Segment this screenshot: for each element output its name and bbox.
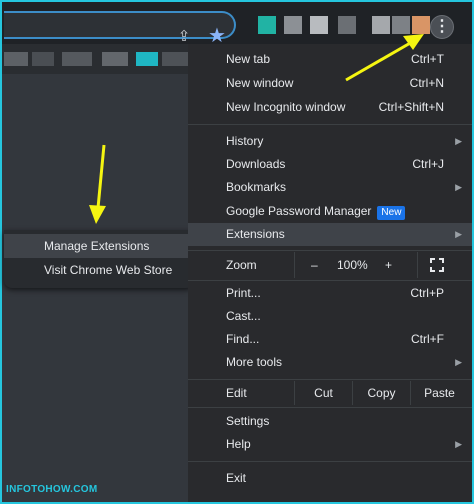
bookmark-item[interactable] [136, 52, 158, 66]
menu-item-label: Bookmarks [226, 180, 287, 194]
address-bar[interactable]: ⇪ ★ [4, 11, 236, 47]
menu-item-label: Extensions [226, 227, 285, 241]
menu-item-label: New tab [226, 52, 271, 66]
menu-item-new-tab[interactable]: New tab Ctrl+T [188, 48, 472, 71]
page-content [2, 74, 190, 502]
menu-item-shortcut: Ctrl+T [411, 52, 444, 66]
edit-label: Edit [226, 386, 247, 400]
visit-web-store-item[interactable]: Visit Chrome Web Store [4, 258, 194, 282]
menu-item-label: Find... [226, 332, 260, 346]
bookmark-item[interactable] [4, 52, 28, 66]
extension-icon[interactable] [284, 16, 302, 34]
zoom-row: Zoom – 100% + [188, 252, 472, 278]
copy-button[interactable]: Copy [352, 381, 410, 405]
bookmark-item[interactable] [32, 52, 54, 66]
menu-item-shortcut: Ctrl+Shift+N [378, 100, 444, 114]
menu-item-label: Print... [226, 286, 261, 300]
menu-item-find[interactable]: Find... Ctrl+F [188, 328, 472, 351]
submenu-arrow-icon: ▶ [455, 439, 462, 449]
menu-divider [188, 407, 472, 408]
menu-item-print[interactable]: Print... Ctrl+P [188, 282, 472, 305]
submenu-arrow-icon: ▶ [455, 136, 462, 146]
zoom-out-button[interactable]: – [311, 252, 318, 278]
watermark-text: INFOTOHOW.COM [6, 484, 98, 495]
menu-item-shortcut: Ctrl+N [409, 76, 444, 90]
submenu-arrow-icon: ▶ [455, 229, 462, 239]
submenu-arrow-icon: ▶ [455, 182, 462, 192]
menu-item-settings[interactable]: Settings [188, 410, 472, 433]
cut-button[interactable]: Cut [294, 381, 352, 405]
edit-row: Edit Cut Copy Paste [188, 381, 472, 405]
menu-divider [188, 250, 472, 251]
bookmark-item[interactable] [102, 52, 128, 66]
new-badge: New [377, 206, 406, 220]
password-manager-label: Google Password Manager [226, 204, 372, 218]
menu-item-label: Help [226, 437, 251, 451]
menu-item-history[interactable]: History ▶ [188, 130, 472, 153]
chrome-main-menu: New tab Ctrl+T New window Ctrl+N New Inc… [188, 44, 472, 502]
menu-item-exit[interactable]: Exit [188, 467, 472, 490]
menu-item-new-incognito[interactable]: New Incognito window Ctrl+Shift+N [188, 96, 472, 119]
zoom-level: 100% [337, 258, 368, 272]
menu-item-label: Cast... [226, 309, 261, 323]
menu-item-shortcut: Ctrl+J [412, 157, 444, 171]
bookmark-item[interactable] [62, 52, 92, 66]
extension-icon[interactable] [310, 16, 328, 34]
menu-item-label: Exit [226, 471, 247, 485]
menu-item-shortcut: Ctrl+F [411, 332, 444, 346]
fullscreen-icon[interactable] [430, 258, 444, 272]
menu-item-extensions[interactable]: Extensions ▶ [188, 223, 472, 246]
menu-item-label: Google Password Manager New [226, 200, 406, 223]
menu-divider [188, 280, 472, 281]
menu-divider [188, 124, 472, 125]
menu-item-cast[interactable]: Cast... [188, 305, 472, 328]
menu-item-label: History [226, 134, 264, 148]
menu-item-password-manager[interactable]: Google Password Manager New [188, 200, 472, 223]
zoom-control: – 100% + [294, 252, 418, 278]
zoom-label: Zoom [226, 258, 257, 272]
menu-divider [188, 461, 472, 462]
menu-item-downloads[interactable]: Downloads Ctrl+J [188, 153, 472, 176]
kebab-menu-icon[interactable]: ⋮ [430, 15, 454, 39]
menu-divider [188, 379, 472, 380]
zoom-in-button[interactable]: + [385, 252, 392, 278]
menu-item-new-window[interactable]: New window Ctrl+N [188, 72, 472, 95]
menu-item-label: New Incognito window [226, 100, 346, 114]
paste-button[interactable]: Paste [410, 381, 468, 405]
extension-icon[interactable] [338, 16, 356, 34]
manage-extensions-item[interactable]: Manage Extensions [4, 234, 194, 258]
browser-toolbar: ⇪ ★ ⋮ [2, 2, 472, 47]
menu-item-more-tools[interactable]: More tools ▶ [188, 351, 472, 374]
extension-icon[interactable] [258, 16, 276, 34]
menu-item-label: New window [226, 76, 294, 90]
menu-item-label: More tools [226, 355, 283, 369]
menu-item-label: Settings [226, 414, 270, 428]
extensions-submenu: Manage Extensions Visit Chrome Web Store [4, 230, 194, 288]
submenu-arrow-icon: ▶ [455, 357, 462, 367]
profile-avatar[interactable] [412, 16, 430, 34]
bookmark-item[interactable] [162, 52, 188, 66]
menu-item-label: Downloads [226, 157, 286, 171]
extension-icon[interactable] [372, 16, 390, 34]
extension-icon[interactable] [392, 16, 410, 34]
menu-item-help[interactable]: Help ▶ [188, 433, 472, 456]
menu-item-bookmarks[interactable]: Bookmarks ▶ [188, 176, 472, 199]
menu-item-shortcut: Ctrl+P [410, 286, 444, 300]
